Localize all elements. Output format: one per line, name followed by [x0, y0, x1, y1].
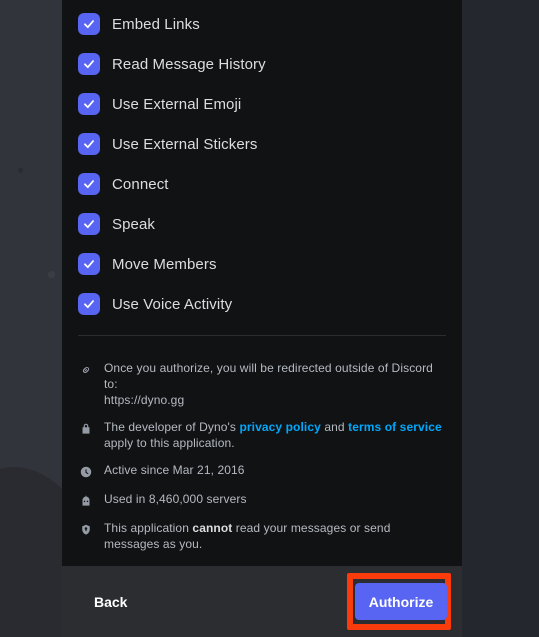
redirect-message: Once you authorize, you will be redirect… [104, 361, 433, 391]
safety-emphasis: cannot [192, 521, 233, 535]
redirect-url: https://dyno.gg [104, 393, 185, 407]
terms-of-service-link[interactable]: terms of service [348, 420, 442, 434]
modal-scroll-area[interactable]: Embed Links Read Message History Use Exter… [62, 0, 462, 566]
permission-row[interactable]: Read Message History [78, 44, 446, 84]
policy-prefix: The developer of Dyno's [104, 420, 240, 434]
permission-checkbox-checked[interactable] [78, 93, 100, 115]
clock-icon [78, 464, 94, 480]
permission-label: Use External Emoji [112, 95, 242, 113]
policy-middle: and [320, 420, 349, 434]
decorative-glyph [48, 271, 55, 278]
info-row-redirect: Once you authorize, you will be redirect… [78, 360, 446, 408]
safety-prefix: This application [104, 521, 193, 535]
authorize-button[interactable]: Authorize [355, 583, 447, 620]
permission-row[interactable]: Use External Emoji [78, 84, 446, 124]
policy-text: The developer of Dyno's privacy policy a… [104, 419, 446, 451]
backdrop-left-panel [0, 0, 100, 637]
permission-row[interactable]: Use External Stickers [78, 124, 446, 164]
permission-list: Embed Links Read Message History Use Exter… [78, 0, 446, 324]
info-row-active-since: Active since Mar 21, 2016 [78, 462, 446, 480]
permission-row[interactable]: Move Members [78, 244, 446, 284]
decorative-glyph-2 [35, 581, 41, 587]
info-row-safety: This application cannot read your messag… [78, 520, 446, 552]
permission-row[interactable]: Embed Links [78, 4, 446, 44]
redirect-text: Once you authorize, you will be redirect… [104, 360, 446, 408]
server-count-text: Used in 8,460,000 servers [104, 492, 247, 506]
privacy-policy-link[interactable]: privacy policy [239, 420, 320, 434]
permission-checkbox-checked[interactable] [78, 293, 100, 315]
backdrop-right-panel [462, 0, 539, 637]
info-row-server-count: Used in 8,460,000 servers [78, 491, 446, 509]
modal-footer: Back Authorize [62, 566, 462, 637]
back-button[interactable]: Back [78, 592, 143, 612]
permission-label: Read Message History [112, 55, 266, 73]
oauth-authorization-modal: Embed Links Read Message History Use Exter… [62, 0, 462, 637]
permission-label: Speak [112, 215, 156, 233]
permission-label: Connect [112, 175, 169, 193]
permission-row[interactable]: Speak [78, 204, 446, 244]
decorative-dot [18, 168, 23, 173]
application-info-list: Once you authorize, you will be redirect… [78, 336, 446, 552]
permission-checkbox-checked[interactable] [78, 53, 100, 75]
permission-label: Use External Stickers [112, 135, 258, 153]
permission-label: Embed Links [112, 15, 200, 33]
permission-checkbox-checked[interactable] [78, 253, 100, 275]
permission-row[interactable]: Use Voice Activity [78, 284, 446, 324]
permission-label: Use Voice Activity [112, 295, 233, 313]
permission-row[interactable]: Connect [78, 164, 446, 204]
permission-checkbox-checked[interactable] [78, 13, 100, 35]
info-row-policy: The developer of Dyno's privacy policy a… [78, 419, 446, 451]
permission-checkbox-checked[interactable] [78, 173, 100, 195]
shield-icon [78, 522, 94, 538]
bot-icon [78, 493, 94, 509]
lock-icon [78, 421, 94, 437]
permission-label: Move Members [112, 255, 217, 273]
safety-text: This application cannot read your messag… [104, 520, 446, 552]
policy-suffix: apply to this application. [104, 436, 235, 450]
permission-checkbox-checked[interactable] [78, 133, 100, 155]
permission-checkbox-checked[interactable] [78, 213, 100, 235]
active-since-text: Active since Mar 21, 2016 [104, 463, 245, 477]
decorative-badge [27, 499, 35, 507]
link-icon [78, 362, 94, 378]
